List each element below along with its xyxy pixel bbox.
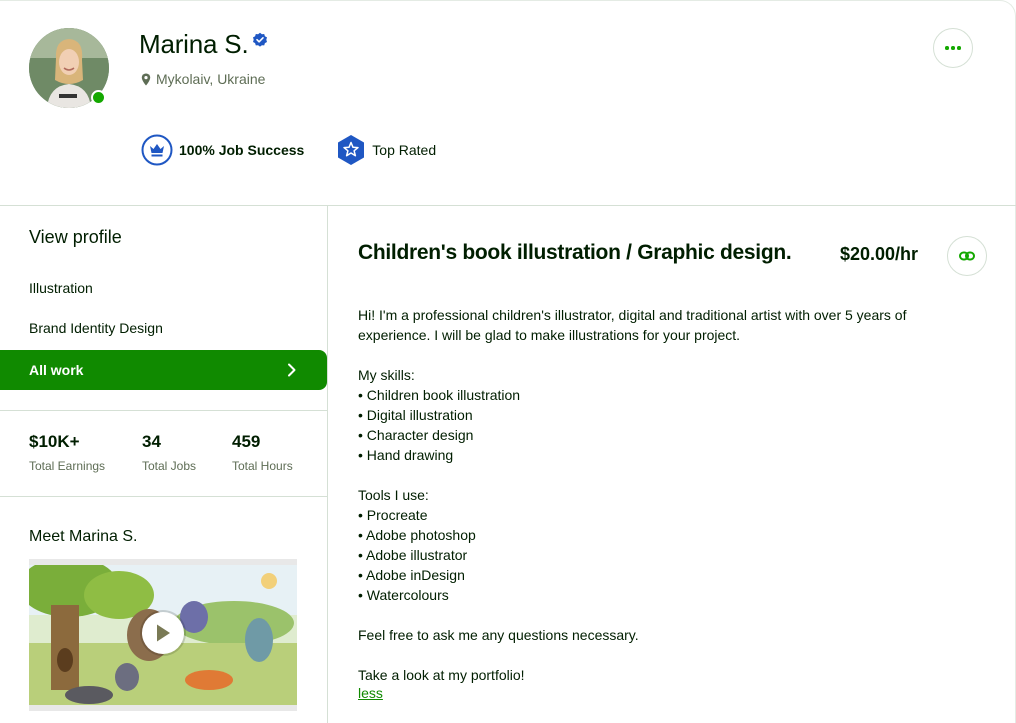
stat-total-earnings: $10K+ Total Earnings <box>29 432 142 473</box>
work-stats: $10K+ Total Earnings 34 Total Jobs 459 T… <box>29 432 322 473</box>
stat-value: 34 <box>142 432 161 451</box>
stat-value: 459 <box>232 432 261 451</box>
play-button[interactable] <box>142 612 184 654</box>
tool-item: • Adobe inDesign <box>358 567 465 583</box>
show-less-link[interactable]: less <box>358 685 383 701</box>
skills-heading: My skills: <box>358 367 415 383</box>
skill-item: • Children book illustration <box>358 387 521 403</box>
skill-item: • Digital illustration <box>358 407 473 423</box>
job-success-label: 100% Job Success <box>179 142 305 158</box>
stat-total-jobs: 34 Total Jobs <box>142 432 232 473</box>
map-pin-icon <box>141 73 151 85</box>
profile-card: Marina S. Mykolaiv, Ukraine 100% Job Suc… <box>0 0 1016 723</box>
sidebar-item-illustration[interactable]: Illustration <box>29 280 93 296</box>
profile-badges: 100% Job Success Top Rated <box>141 134 436 166</box>
description-line: Hi! I'm a professional children's illust… <box>358 307 907 323</box>
chevron-right-icon <box>288 363 296 377</box>
copy-link-button[interactable] <box>947 236 987 276</box>
description-line: experience. I will be glad to make illus… <box>358 327 741 343</box>
star-shield-icon <box>338 135 365 165</box>
skill-item: • Hand drawing <box>358 447 454 463</box>
location-text: Mykolaiv, Ukraine <box>156 71 266 87</box>
tool-item: • Procreate <box>358 507 428 523</box>
stat-value: $10K+ <box>29 432 80 451</box>
header-divider <box>0 205 1016 206</box>
sidebar-divider <box>327 206 328 723</box>
skill-item: • Character design <box>358 427 474 443</box>
link-icon <box>959 251 975 261</box>
freelancer-name: Marina S. <box>139 29 249 59</box>
job-title: Children's book illustration / Graphic d… <box>358 241 792 264</box>
tool-item: • Adobe photoshop <box>358 527 476 543</box>
view-profile-heading: View profile <box>29 227 122 247</box>
more-options-button[interactable] <box>933 28 973 68</box>
stats-divider-bottom <box>0 496 327 497</box>
sidebar-item-all-work[interactable]: All work <box>0 350 327 390</box>
sidebar-item-label: All work <box>29 362 84 378</box>
stats-divider-top <box>0 410 327 411</box>
meet-heading: Meet Marina S. <box>29 528 138 545</box>
stat-label: Total Jobs <box>142 459 197 473</box>
crown-icon <box>141 134 173 166</box>
intro-video[interactable] <box>29 559 297 711</box>
tools-heading: Tools I use: <box>358 487 429 503</box>
tool-item: • Adobe illustrator <box>358 547 468 563</box>
hourly-rate: $20.00/hr <box>840 244 919 264</box>
sidebar-item-brand-identity-design[interactable]: Brand Identity Design <box>29 320 163 336</box>
stat-label: Total Earnings <box>29 459 106 473</box>
verified-badge-icon <box>253 32 268 47</box>
tool-item: • Watercolours <box>358 587 449 603</box>
job-success-badge[interactable]: 100% Job Success <box>141 134 304 166</box>
profile-description: Hi! I'm a professional children's illust… <box>358 305 958 685</box>
stat-label: Total Hours <box>232 459 293 473</box>
description-line: Feel free to ask me any questions necess… <box>358 627 639 643</box>
top-rated-label: Top Rated <box>372 142 437 158</box>
location: Mykolaiv, Ukraine <box>141 71 265 87</box>
more-dots-icon <box>945 46 961 50</box>
play-icon <box>157 624 170 642</box>
stat-total-hours: 459 Total Hours <box>232 432 322 473</box>
online-status-dot <box>91 90 106 105</box>
avatar[interactable] <box>29 28 109 108</box>
top-rated-badge[interactable]: Top Rated <box>336 134 436 166</box>
description-line: Take a look at my portfolio! <box>358 667 525 683</box>
